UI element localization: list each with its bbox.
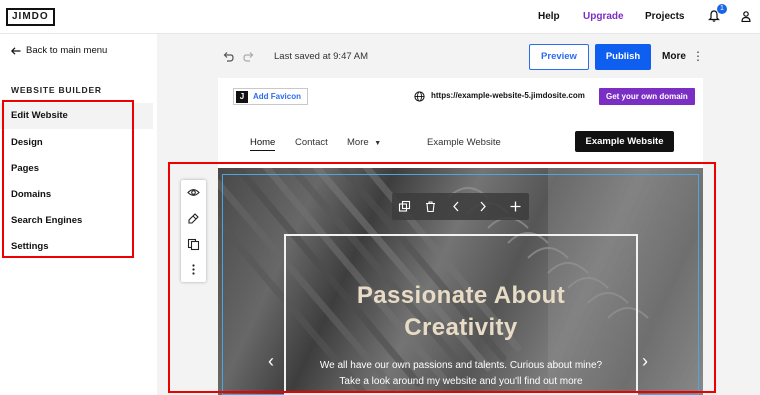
projects-link[interactable]: Projects xyxy=(645,11,684,22)
sidebar-item-edit-website[interactable]: Edit Website xyxy=(0,103,153,129)
more-vertical-icon[interactable]: ⋮ xyxy=(692,49,704,63)
site-url[interactable]: https://example-website-5.jimdosite.com xyxy=(431,91,585,100)
favicon-placeholder-icon: J xyxy=(236,90,248,103)
add-favicon-label: Add Favicon xyxy=(253,92,302,101)
paint-brush-icon[interactable] xyxy=(187,212,200,225)
hero-description[interactable]: We all have our own passions and talents… xyxy=(318,358,604,390)
nav-home[interactable]: Home xyxy=(250,137,276,151)
back-to-main-menu[interactable]: Back to main menu xyxy=(11,45,107,56)
globe-icon xyxy=(414,91,425,102)
sidebar-item-domains[interactable]: Domains xyxy=(0,182,153,208)
hero-title-line1: Passionate About xyxy=(356,282,566,309)
user-icon[interactable] xyxy=(741,11,751,22)
upgrade-link[interactable]: Upgrade xyxy=(583,11,624,22)
block-toolbar xyxy=(392,193,529,220)
more-options-icon[interactable] xyxy=(187,263,200,276)
duplicate-icon[interactable] xyxy=(398,200,411,213)
block-side-toolbar xyxy=(181,180,206,282)
redo-icon[interactable] xyxy=(243,51,255,63)
add-block-icon[interactable] xyxy=(509,200,522,213)
help-link[interactable]: Help xyxy=(538,11,560,22)
nav-more-label: More xyxy=(347,137,369,148)
site-title[interactable]: Example Website xyxy=(427,137,501,148)
slider-next-icon[interactable]: › xyxy=(642,351,648,372)
slider-prev-icon[interactable]: ‹ xyxy=(268,351,274,372)
sidebar-item-settings[interactable]: Settings xyxy=(0,234,153,260)
move-left-icon[interactable] xyxy=(450,200,463,213)
notification-badge: 1 xyxy=(717,4,727,14)
sidebar-item-design[interactable]: Design xyxy=(0,130,153,156)
get-domain-button[interactable]: Get your own domain xyxy=(599,88,695,105)
copy-icon[interactable] xyxy=(187,238,200,251)
caret-down-icon: ▼ xyxy=(374,140,382,147)
top-bar: JIMDO Help Upgrade Projects 1 xyxy=(0,0,760,34)
undo-icon[interactable] xyxy=(222,51,234,63)
nav-cta-button[interactable]: Example Website xyxy=(575,131,674,152)
nav-more[interactable]: More ▼ xyxy=(347,137,381,148)
sidebar-item-search-engines[interactable]: Search Engines xyxy=(0,208,153,234)
section-title: WEBSITE BUILDER xyxy=(11,85,102,95)
move-right-icon[interactable] xyxy=(476,200,489,213)
hero-title[interactable]: Passionate About Creativity xyxy=(284,280,638,344)
nav-contact[interactable]: Contact xyxy=(295,137,328,148)
sidebar-item-pages[interactable]: Pages xyxy=(0,156,153,182)
preview-button[interactable]: Preview xyxy=(529,44,589,70)
publish-button[interactable]: Publish xyxy=(595,44,651,70)
back-label: Back to main menu xyxy=(26,45,108,56)
sidebar: Back to main menu WEBSITE BUILDER Edit W… xyxy=(0,34,157,395)
last-saved-status: Last saved at 9:47 AM xyxy=(274,51,369,62)
arrow-left-icon xyxy=(11,46,21,55)
jimdo-logo[interactable]: JIMDO xyxy=(6,8,55,26)
add-favicon-button[interactable]: J Add Favicon xyxy=(233,88,309,105)
editor-toolbar: Last saved at 9:47 AM Preview Publish Mo… xyxy=(218,40,704,76)
trash-icon[interactable] xyxy=(424,200,437,213)
eye-icon[interactable] xyxy=(187,186,200,199)
hero-title-line2: Creativity xyxy=(404,314,518,341)
more-menu-button[interactable]: More xyxy=(662,51,686,62)
